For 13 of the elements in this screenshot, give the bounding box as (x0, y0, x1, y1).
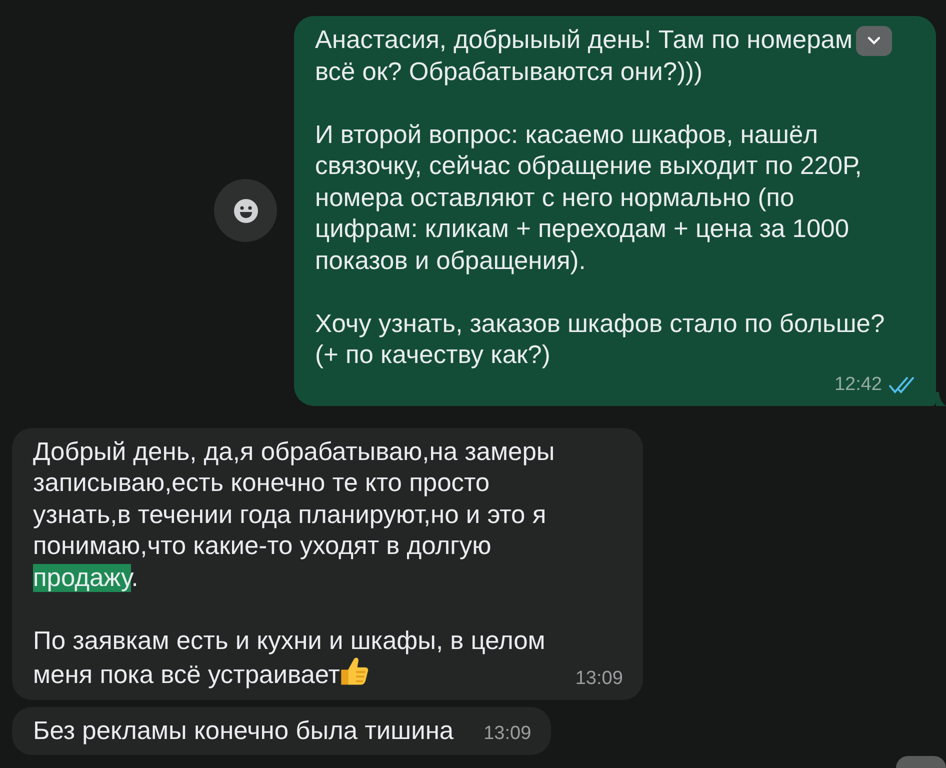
scroll-down-button[interactable] (896, 756, 946, 768)
message-time: 13:09 (575, 666, 623, 690)
message-text: Добрый день, да,я обрабатываю,на замеры записываю,есть конечно те кто просто узнать,в течении года планируют,но и это я понимаю,что какие-то уходят в долгую продажу. (33, 436, 555, 594)
chevron-down-icon (866, 36, 881, 46)
message-text: По заявкам есть и кухни и шкафы, в целом меня пока всё устраивает (33, 626, 546, 691)
message-text: Без рекламы конечно была тишина (33, 716, 454, 746)
message-text: Анастасия, добрыыый день! Там по номерам всё ок? Обрабатываются они?))) (315, 25, 853, 88)
message-text: Хочу узнать, заказов шкафов стало по больше? (+ по качеству как?) (315, 308, 885, 371)
message-time: 12:42 (834, 372, 882, 396)
message-time: 13:09 (484, 722, 532, 746)
message-text: И второй вопрос: касаемо шкафов, нашёл связочку, сейчас обращение выходит по 220Р, номера оставляют с него нормально (по цифрам: кликам + переходам + цена за 1000 показов и обращения). (315, 120, 862, 276)
smiley-icon (232, 198, 258, 224)
message-menu-button[interactable] (856, 26, 892, 56)
